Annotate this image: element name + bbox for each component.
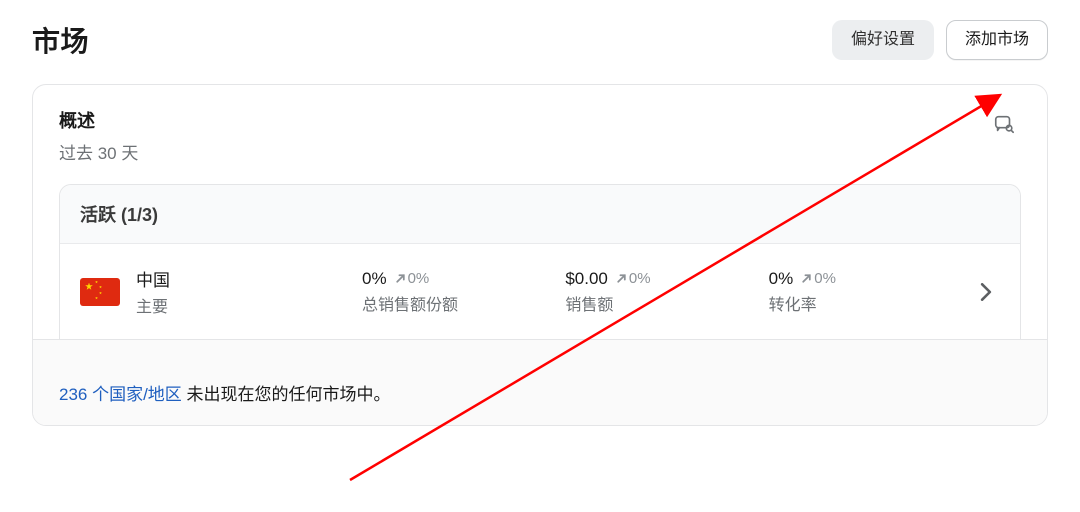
market-row[interactable]: 中国 主要 0% 0% 总销售额份额 $0.00 [60,244,1020,339]
market-tag: 主要 [136,293,346,317]
page-title: 市场 [32,20,89,60]
flag-icon-cn [80,278,120,306]
stat-label: 销售额 [565,291,752,315]
page-header: 市场 偏好设置 添加市场 [32,20,1048,60]
stat-label: 转化率 [769,291,956,315]
arrow-up-right-icon [801,273,812,284]
row-chevron [972,283,1000,301]
arrow-up-right-icon [395,273,406,284]
overview-card: 概述 过去 30 天 活跃 (1/3) 中国 主要 [32,84,1048,426]
stat-value: 0% [362,269,387,289]
stat-label: 总销售额份额 [362,291,549,315]
preferences-button[interactable]: 偏好设置 [832,20,934,59]
overview-subtitle: 过去 30 天 [59,139,138,164]
chat-search-icon [993,113,1015,135]
search-report-button[interactable] [987,107,1021,141]
active-markets-panel: 活跃 (1/3) 中国 主要 0% 0% [59,184,1021,339]
stat-delta: 0% [395,270,430,287]
add-market-button[interactable]: 添加市场 [946,20,1048,59]
card-footer: 236 个国家/地区 未出现在您的任何市场中。 [33,339,1047,425]
countries-link[interactable]: 236 个国家/地区 [59,385,182,404]
footer-suffix: 未出现在您的任何市场中。 [182,385,391,404]
stat-value: 0% [769,269,794,289]
header-actions: 偏好设置 添加市场 [832,20,1048,59]
stat-share: 0% 0% 总销售额份额 [362,269,549,315]
market-name: 中国 [136,266,346,291]
overview-header: 概述 过去 30 天 [33,85,1047,184]
market-name-block: 中国 主要 [136,266,346,317]
arrow-up-right-icon [616,273,627,284]
stat-delta: 0% [616,270,651,287]
stat-value: $0.00 [565,269,608,289]
stat-sales: $0.00 0% 销售额 [565,269,752,315]
chevron-right-icon [980,283,992,301]
stat-delta: 0% [801,270,836,287]
overview-title: 概述 [59,107,138,133]
stat-conversion: 0% 0% 转化率 [769,269,956,315]
active-markets-heading: 活跃 (1/3) [60,185,1020,244]
